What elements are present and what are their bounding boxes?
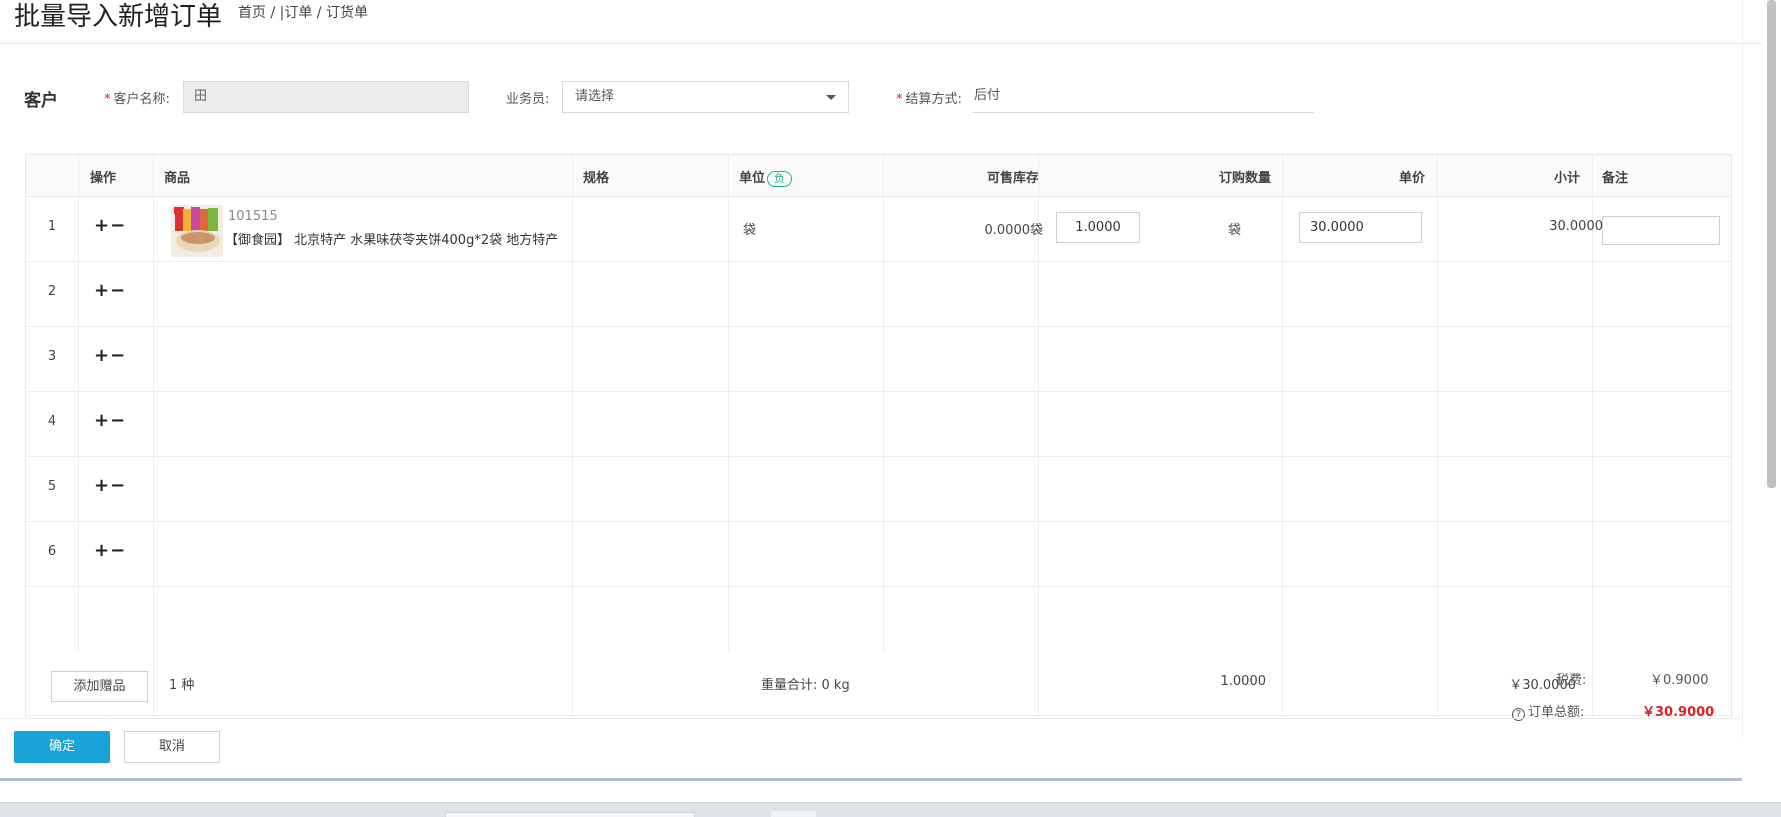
frame-divider [0, 778, 1742, 781]
scrollbar-thumb[interactable] [1767, 0, 1776, 488]
taskbar [0, 802, 1781, 817]
header-product: 商品 [164, 171, 191, 186]
column-divider [153, 651, 154, 716]
column-divider [1592, 651, 1593, 716]
quantity-input[interactable]: 1.0000 [1056, 212, 1140, 243]
page-header: 批量导入新增订单 首页 / |订单 / 订货单 [0, 0, 1762, 44]
header-remark: 备注 [1602, 171, 1629, 186]
salesperson-select[interactable]: 请选择 [562, 81, 849, 113]
cancel-button[interactable]: 取消 [124, 731, 220, 763]
salesperson-label: 业务员: [506, 92, 550, 107]
order-table: 操作 商品 规格 单位负 可售库存 订购数量 单价 小计 备注 1 +− 101… [25, 154, 1732, 719]
customer-section-label: 客户 [24, 91, 58, 111]
footer-bar [0, 718, 1740, 780]
product-stock: 0.0000袋 [984, 223, 1044, 238]
content-edge [1742, 0, 1743, 738]
table-header: 操作 商品 规格 单位负 可售库存 订购数量 单价 小计 备注 [26, 155, 1731, 197]
header-subtotal: 小计 [1553, 171, 1580, 186]
row-number: 3 [47, 349, 57, 364]
taskbar-item[interactable] [771, 811, 816, 817]
table-row: 6 +− [26, 522, 1731, 587]
table-row: 3 +− [26, 327, 1731, 392]
add-remove-row-buttons[interactable]: +− [94, 215, 126, 236]
header-spec: 规格 [583, 171, 610, 186]
add-gift-button[interactable]: 添加赠品 [51, 671, 148, 702]
product-thumbnail [171, 205, 223, 257]
row-number: 1 [47, 219, 57, 234]
header-op: 操作 [90, 171, 117, 186]
confirm-button[interactable]: 确定 [14, 731, 110, 763]
totals-weight: 重量合计: 0 kg [761, 678, 850, 693]
add-remove-row-buttons[interactable]: +− [94, 345, 126, 366]
header-stock: 可售库存 [986, 171, 1039, 186]
add-remove-row-buttons[interactable]: +− [94, 280, 126, 301]
settlement-label: * 结算方式: [896, 92, 962, 107]
add-remove-row-buttons[interactable]: +− [94, 475, 126, 496]
unit-badge[interactable]: 负 [767, 171, 793, 187]
product-unit: 袋 [743, 223, 757, 238]
row-number: 4 [47, 414, 57, 429]
product-name[interactable]: 【御食园】 北京特产 水果味茯苓夹饼400g*2袋 地方特产 [225, 229, 571, 248]
customer-name-label: * 客户名称: [104, 92, 170, 107]
column-divider [1282, 651, 1283, 716]
row-number: 5 [47, 479, 57, 494]
salesperson-placeholder: 请选择 [575, 89, 615, 104]
header-qty: 订购数量 [1218, 171, 1271, 186]
chevron-down-icon [826, 95, 836, 100]
required-marker: * [896, 92, 903, 107]
add-remove-row-buttons[interactable]: +− [94, 410, 126, 431]
table-row: 1 +− 101515 【御食园】 北京特产 水果味茯苓夹饼400g*2袋 地方… [26, 197, 1731, 262]
page-title: 批量导入新增订单 [14, 2, 223, 32]
row-number: 6 [47, 544, 57, 559]
row-subtotal: 30.0000 [1549, 219, 1603, 234]
table-row: 2 +− [26, 262, 1731, 327]
totals-row: 合计 1 种 重量合计: 0 kg 1.0000 ￥30.0000 [26, 651, 1731, 716]
column-divider [1437, 651, 1438, 716]
totals-qty: 1.0000 [1220, 674, 1267, 689]
product-image-icon [171, 205, 223, 257]
tax-value: ￥0.9000 [1650, 673, 1709, 688]
table-row: 4 +− [26, 392, 1731, 457]
product-sku: 101515 [228, 209, 278, 224]
customer-name-input[interactable]: 田 [183, 81, 469, 113]
totals-kinds: 1 种 [169, 678, 195, 693]
row-number: 2 [47, 284, 57, 299]
add-remove-row-buttons[interactable]: +− [94, 540, 126, 561]
tax-label: 税费: [1556, 673, 1587, 688]
page: 批量导入新增订单 首页 / |订单 / 订货单 客户 * 客户名称: 田 业务员:… [0, 0, 1781, 817]
header-unit: 单位负 [739, 167, 793, 187]
column-divider [1038, 651, 1039, 716]
breadcrumb[interactable]: 首页 / |订单 / 订货单 [238, 2, 368, 22]
unit-price-input[interactable]: 30.0000 [1299, 212, 1422, 243]
required-marker: * [104, 92, 111, 107]
quantity-unit: 袋 [1228, 223, 1242, 238]
header-price: 单价 [1398, 171, 1425, 186]
column-divider [572, 651, 573, 716]
remark-input[interactable] [1602, 216, 1720, 245]
settlement-value[interactable]: 后付 [972, 81, 1314, 113]
taskbar-item[interactable] [445, 812, 695, 817]
table-row: 5 +− [26, 457, 1731, 522]
